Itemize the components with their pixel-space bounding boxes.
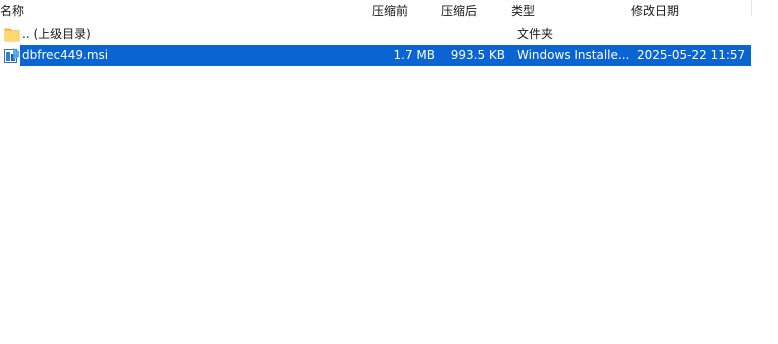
column-header: 名称 压缩前 压缩后 类型 修改日期	[0, 0, 778, 22]
column-type-header[interactable]: 类型	[511, 0, 535, 22]
file-modified-date: 2025-05-22 11:57	[637, 48, 746, 62]
file-packed-size: 1.7 MB	[393, 48, 435, 62]
column-divider[interactable]	[751, 0, 752, 16]
file-type: Windows Installe...	[517, 48, 629, 62]
file-compressed-size: 993.5 KB	[450, 48, 505, 62]
windows-installer-icon	[4, 47, 20, 64]
file-type: 文件夹	[517, 27, 554, 41]
column-modified-header[interactable]: 修改日期	[631, 0, 679, 22]
folder-icon	[4, 26, 20, 43]
list-item-parent-directory[interactable]: .. (上级目录) 文件夹	[0, 24, 778, 45]
list-item-dbfrec449-msi[interactable]: dbfrec449.msi 1.7 MB 993.5 KB Windows In…	[0, 45, 778, 66]
file-name: dbfrec449.msi	[22, 48, 109, 62]
column-name-header[interactable]: 名称	[0, 0, 24, 22]
column-packed-header[interactable]: 压缩前	[372, 0, 408, 22]
file-list[interactable]: 名称 压缩前 压缩后 类型 修改日期 .. (上级目录) 文件夹 dbfrec4	[0, 0, 778, 344]
file-name: .. (上级目录)	[22, 27, 91, 41]
column-compressed-header[interactable]: 压缩后	[441, 0, 477, 22]
